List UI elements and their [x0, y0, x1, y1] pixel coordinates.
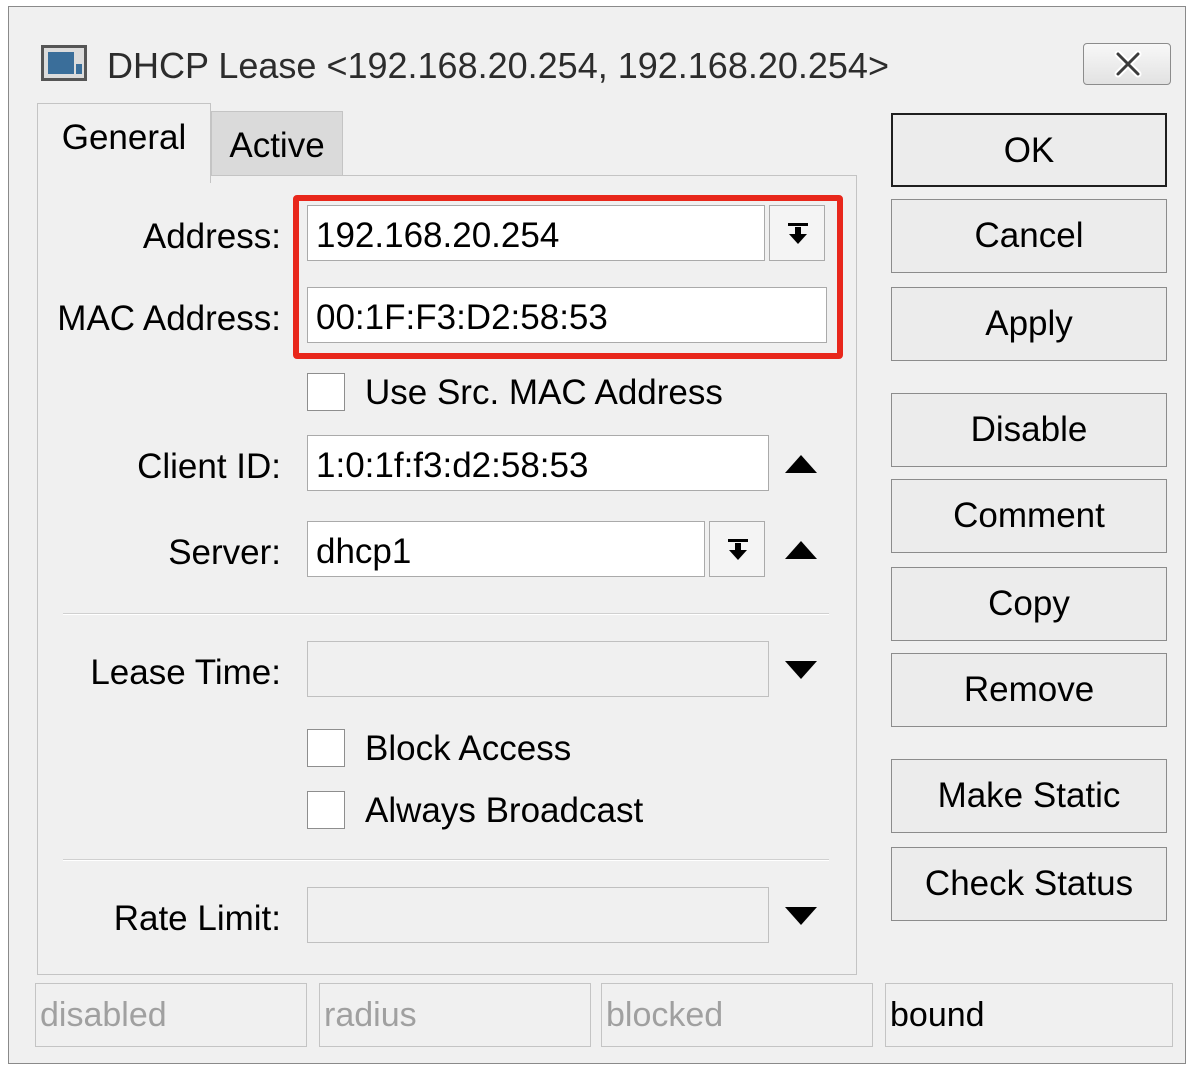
tab-general[interactable]: General	[37, 103, 211, 183]
client-id-label: Client ID:	[137, 447, 281, 486]
cancel-button[interactable]: Cancel	[891, 199, 1167, 273]
use-src-mac-label: Use Src. MAC Address	[365, 373, 723, 412]
always-broadcast-label: Always Broadcast	[365, 791, 644, 830]
status-bound: bound	[885, 983, 1173, 1047]
ok-button[interactable]: OK	[891, 113, 1167, 187]
tab-active[interactable]: Active	[211, 111, 343, 177]
rate-limit-field[interactable]	[307, 887, 769, 943]
address-label: Address:	[142, 217, 281, 256]
check-status-button[interactable]: Check Status	[891, 847, 1167, 921]
always-broadcast-checkbox[interactable]	[307, 791, 345, 829]
lease-time-label: Lease Time:	[90, 653, 281, 692]
copy-button[interactable]: Copy	[891, 567, 1167, 641]
server-field[interactable]: dhcp1	[307, 521, 705, 577]
status-blocked: blocked	[601, 983, 873, 1047]
rate-limit-label: Rate Limit:	[113, 899, 281, 938]
lease-time-expand-icon[interactable]	[783, 659, 819, 681]
separator	[63, 859, 829, 861]
block-access-label: Block Access	[365, 729, 572, 768]
server-collapse-icon[interactable]	[783, 539, 819, 561]
title-bar[interactable]: DHCP Lease <192.168.20.254, 192.168.20.2…	[9, 7, 1185, 103]
rate-limit-expand-icon[interactable]	[783, 905, 819, 927]
mac-address-label: MAC Address:	[57, 299, 281, 338]
use-src-mac-checkbox[interactable]	[307, 373, 345, 411]
dropdown-arrow-icon	[728, 539, 748, 560]
block-access-checkbox[interactable]	[307, 729, 345, 767]
dhcp-lease-window: DHCP Lease <192.168.20.254, 192.168.20.2…	[8, 6, 1186, 1064]
lease-time-field[interactable]	[307, 641, 769, 697]
apply-button[interactable]: Apply	[891, 287, 1167, 361]
remove-button[interactable]: Remove	[891, 653, 1167, 727]
separator	[63, 613, 829, 615]
client-id-field[interactable]: 1:0:1f:f3:d2:58:53	[307, 435, 769, 491]
comment-button[interactable]: Comment	[891, 479, 1167, 553]
window-icon	[41, 45, 87, 81]
close-icon	[1114, 50, 1142, 78]
close-button[interactable]	[1083, 43, 1171, 85]
client-id-collapse-icon[interactable]	[783, 453, 819, 475]
make-static-button[interactable]: Make Static	[891, 759, 1167, 833]
status-radius: radius	[319, 983, 591, 1047]
server-dropdown-button[interactable]	[709, 521, 765, 577]
window-title: DHCP Lease <192.168.20.254, 192.168.20.2…	[107, 45, 889, 86]
status-disabled: disabled	[35, 983, 307, 1047]
highlight-box	[293, 195, 843, 359]
server-label: Server:	[168, 533, 281, 572]
disable-button[interactable]: Disable	[891, 393, 1167, 467]
